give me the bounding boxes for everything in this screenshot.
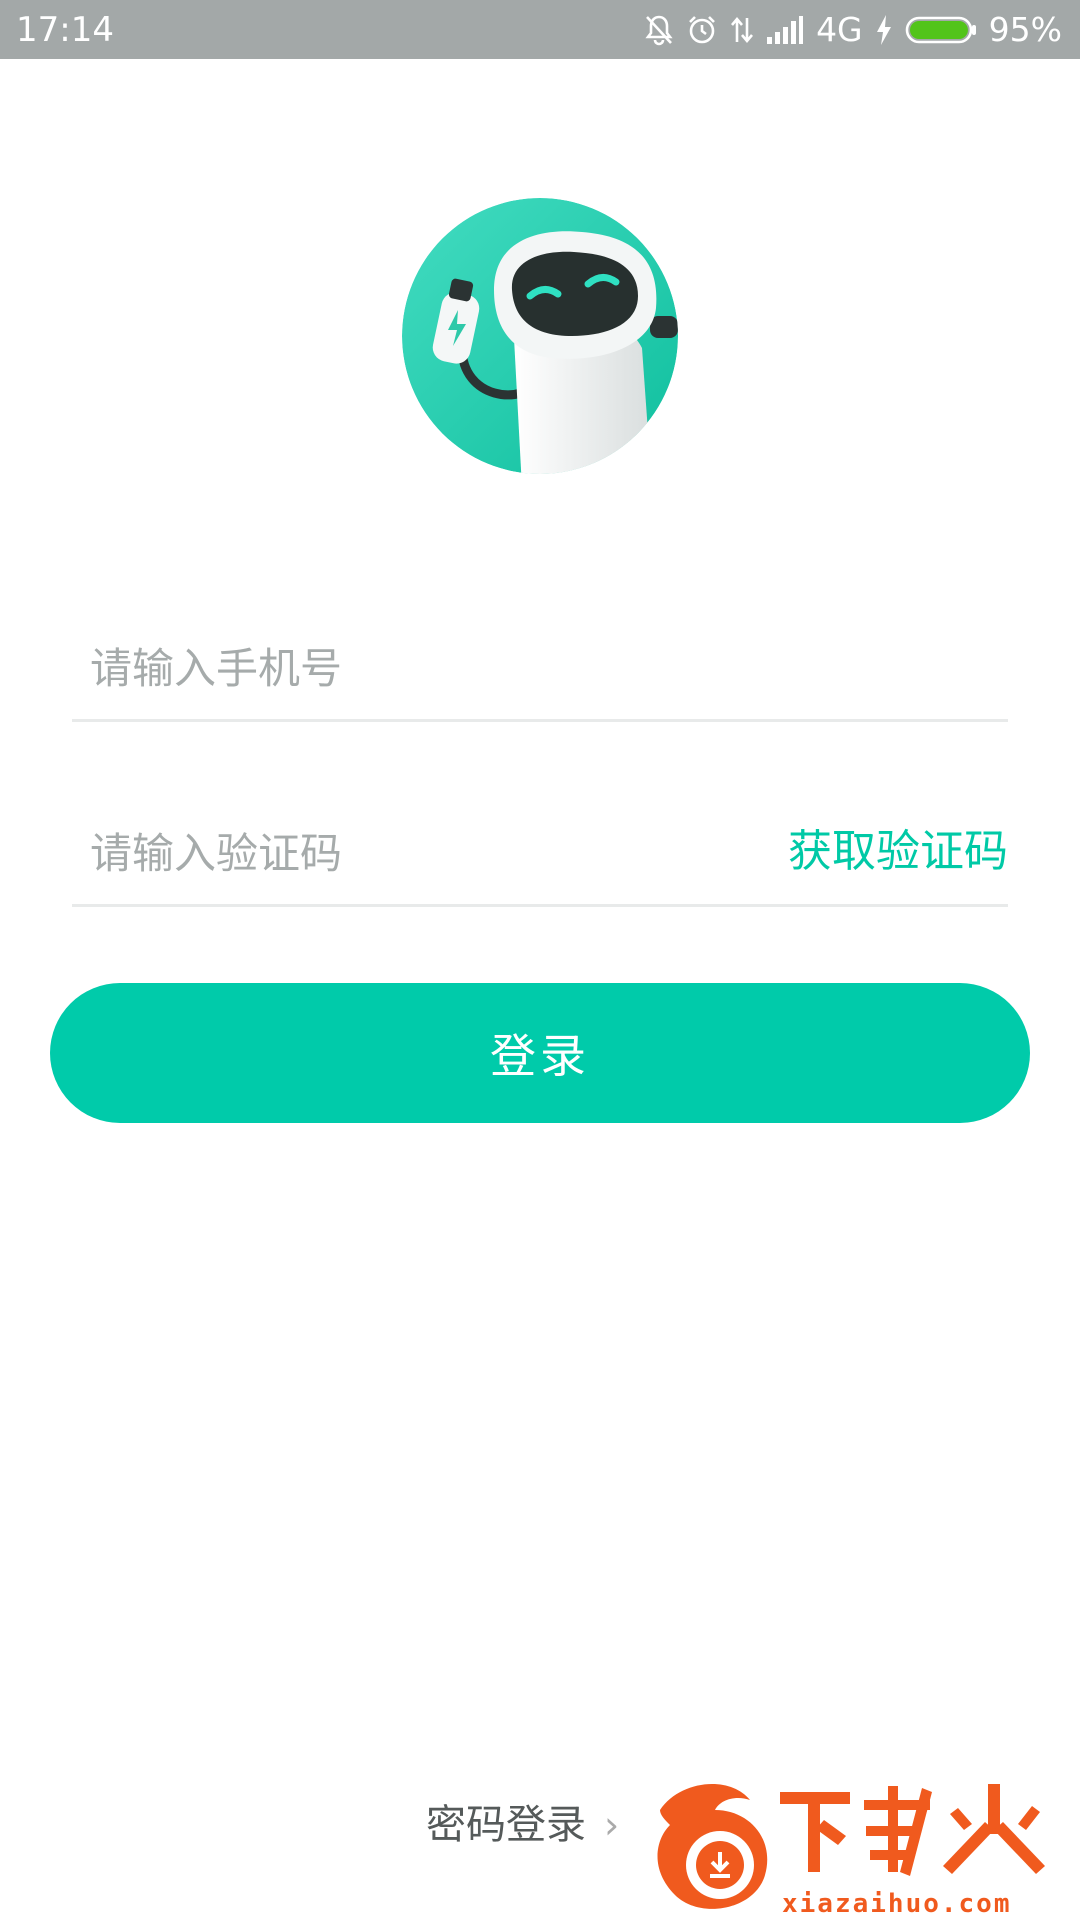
svg-text:xiazaihuo.com: xiazaihuo.com: [782, 1889, 1012, 1919]
watermark-logo: xiazaihuo.com: [640, 1770, 1080, 1920]
charging-icon: [875, 14, 893, 46]
login-button[interactable]: 登录: [50, 983, 1030, 1123]
network-label: 4G: [816, 10, 863, 49]
password-login-link[interactable]: 密码登录 ›: [426, 1795, 619, 1855]
get-code-button[interactable]: 获取验证码: [788, 818, 1008, 886]
signal-icon: [766, 15, 804, 45]
phone-input[interactable]: [88, 627, 732, 709]
battery-icon: [905, 14, 977, 46]
chevron-right-icon: ›: [604, 1803, 620, 1847]
status-time: 17:14: [16, 10, 114, 50]
robot-avatar: [402, 198, 678, 474]
login-screen: 17:14 4G 95% 请输入手机号 请输入验证码 获取验证码 登录 密码登录…: [0, 0, 1080, 1920]
alarm-icon: [686, 14, 718, 46]
verification-code-input[interactable]: [88, 812, 732, 894]
code-field: 获取验证码: [72, 792, 1008, 907]
phone-field: [72, 607, 1008, 722]
data-arrows-icon: [730, 14, 754, 46]
status-bar: 17:14 4G 95%: [0, 0, 1080, 59]
password-login-label: 密码登录: [426, 1802, 586, 1848]
bell-muted-icon: [644, 14, 674, 46]
login-button-label: 登录: [490, 1029, 590, 1083]
status-icons: 4G 95%: [644, 6, 1062, 54]
battery-label: 95%: [988, 10, 1062, 49]
